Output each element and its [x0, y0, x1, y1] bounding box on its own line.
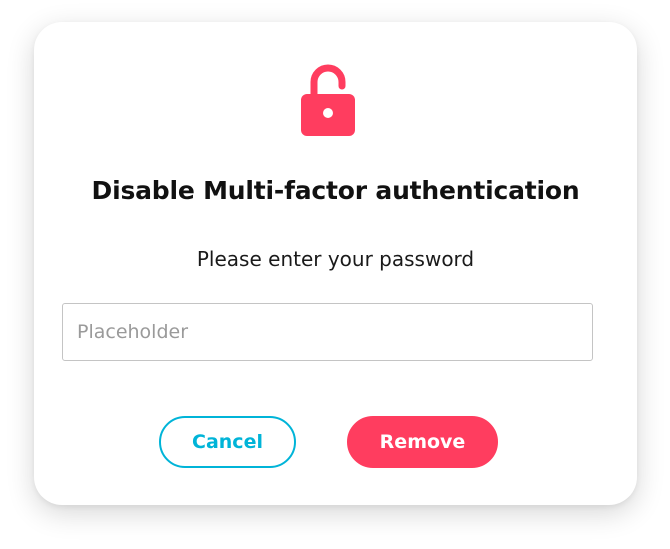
disable-mfa-dialog: Disable Multi-factor authentication Plea… — [34, 22, 637, 505]
password-input[interactable] — [62, 303, 593, 361]
remove-button[interactable]: Remove — [347, 416, 498, 468]
dialog-subtitle: Please enter your password — [196, 247, 475, 271]
cancel-button[interactable]: Cancel — [159, 416, 296, 468]
lock-open-icon — [301, 62, 355, 136]
dialog-title: Disable Multi-factor authentication — [91, 176, 580, 205]
